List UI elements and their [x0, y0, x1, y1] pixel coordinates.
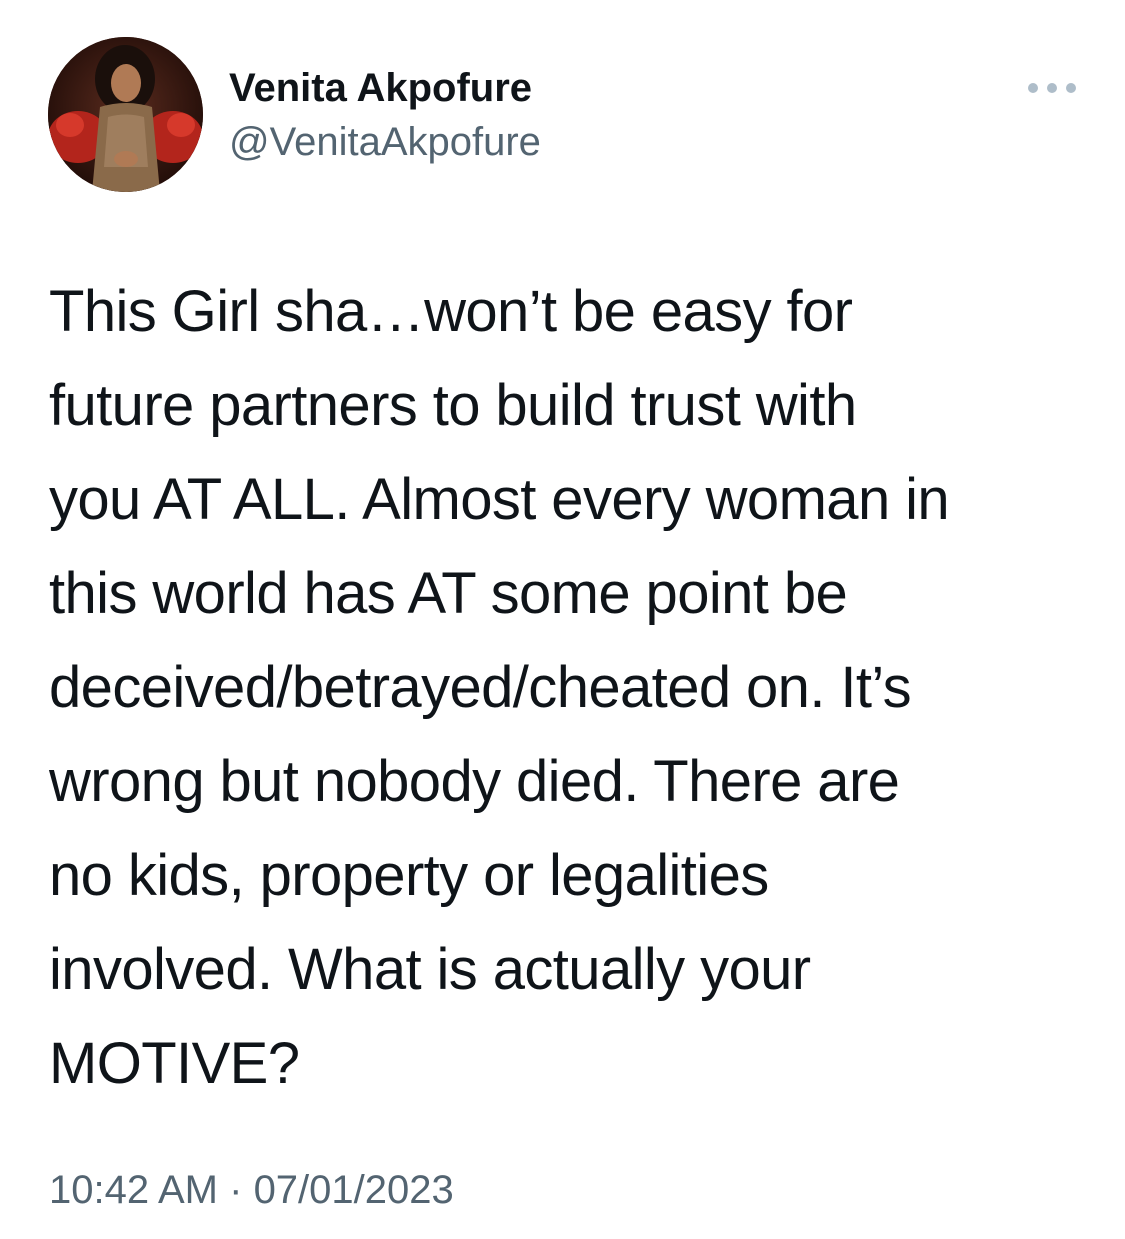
more-dot: [1028, 83, 1038, 93]
tweet-time: 10:42 AM: [49, 1168, 219, 1212]
tweet-text-line: involved. What is actually your: [49, 937, 811, 1002]
tweet-date: 07/01/2023: [253, 1168, 454, 1212]
tweet-text-line: This Girl sha…won’t be easy for: [49, 279, 853, 344]
tweet-card: Venita Akpofure @VenitaAkpofure This Gir…: [0, 0, 1125, 1239]
tweet-text-line: you AT ALL. Almost every woman in: [49, 467, 950, 532]
more-dot: [1066, 83, 1076, 93]
tweet-text-line: MOTIVE?: [49, 1031, 300, 1096]
tweet-text-line: deceived/betrayed/cheated on. It’s: [49, 655, 912, 720]
profile-photo-icon: [48, 37, 203, 192]
tweet-text-line: this world has AT some point be: [49, 561, 848, 626]
tweet-text: This Girl sha…won’t be easy for future p…: [49, 265, 1089, 1111]
author-block: Venita Akpofure @VenitaAkpofure: [229, 64, 541, 166]
more-dot: [1047, 83, 1057, 93]
tweet-text-line: future partners to build trust with: [49, 373, 857, 438]
meta-separator: ·: [218, 1168, 254, 1212]
more-options-icon[interactable]: [1028, 78, 1076, 98]
author-display-name[interactable]: Venita Akpofure: [229, 64, 541, 112]
tweet-text-line: no kids, property or legalities: [49, 843, 769, 908]
tweet-timestamp[interactable]: 10:42 AM · 07/01/2023: [49, 1166, 454, 1214]
author-handle[interactable]: @VenitaAkpofure: [229, 118, 541, 166]
avatar[interactable]: [48, 37, 203, 192]
tweet-text-line: wrong but nobody died. There are: [49, 749, 900, 814]
